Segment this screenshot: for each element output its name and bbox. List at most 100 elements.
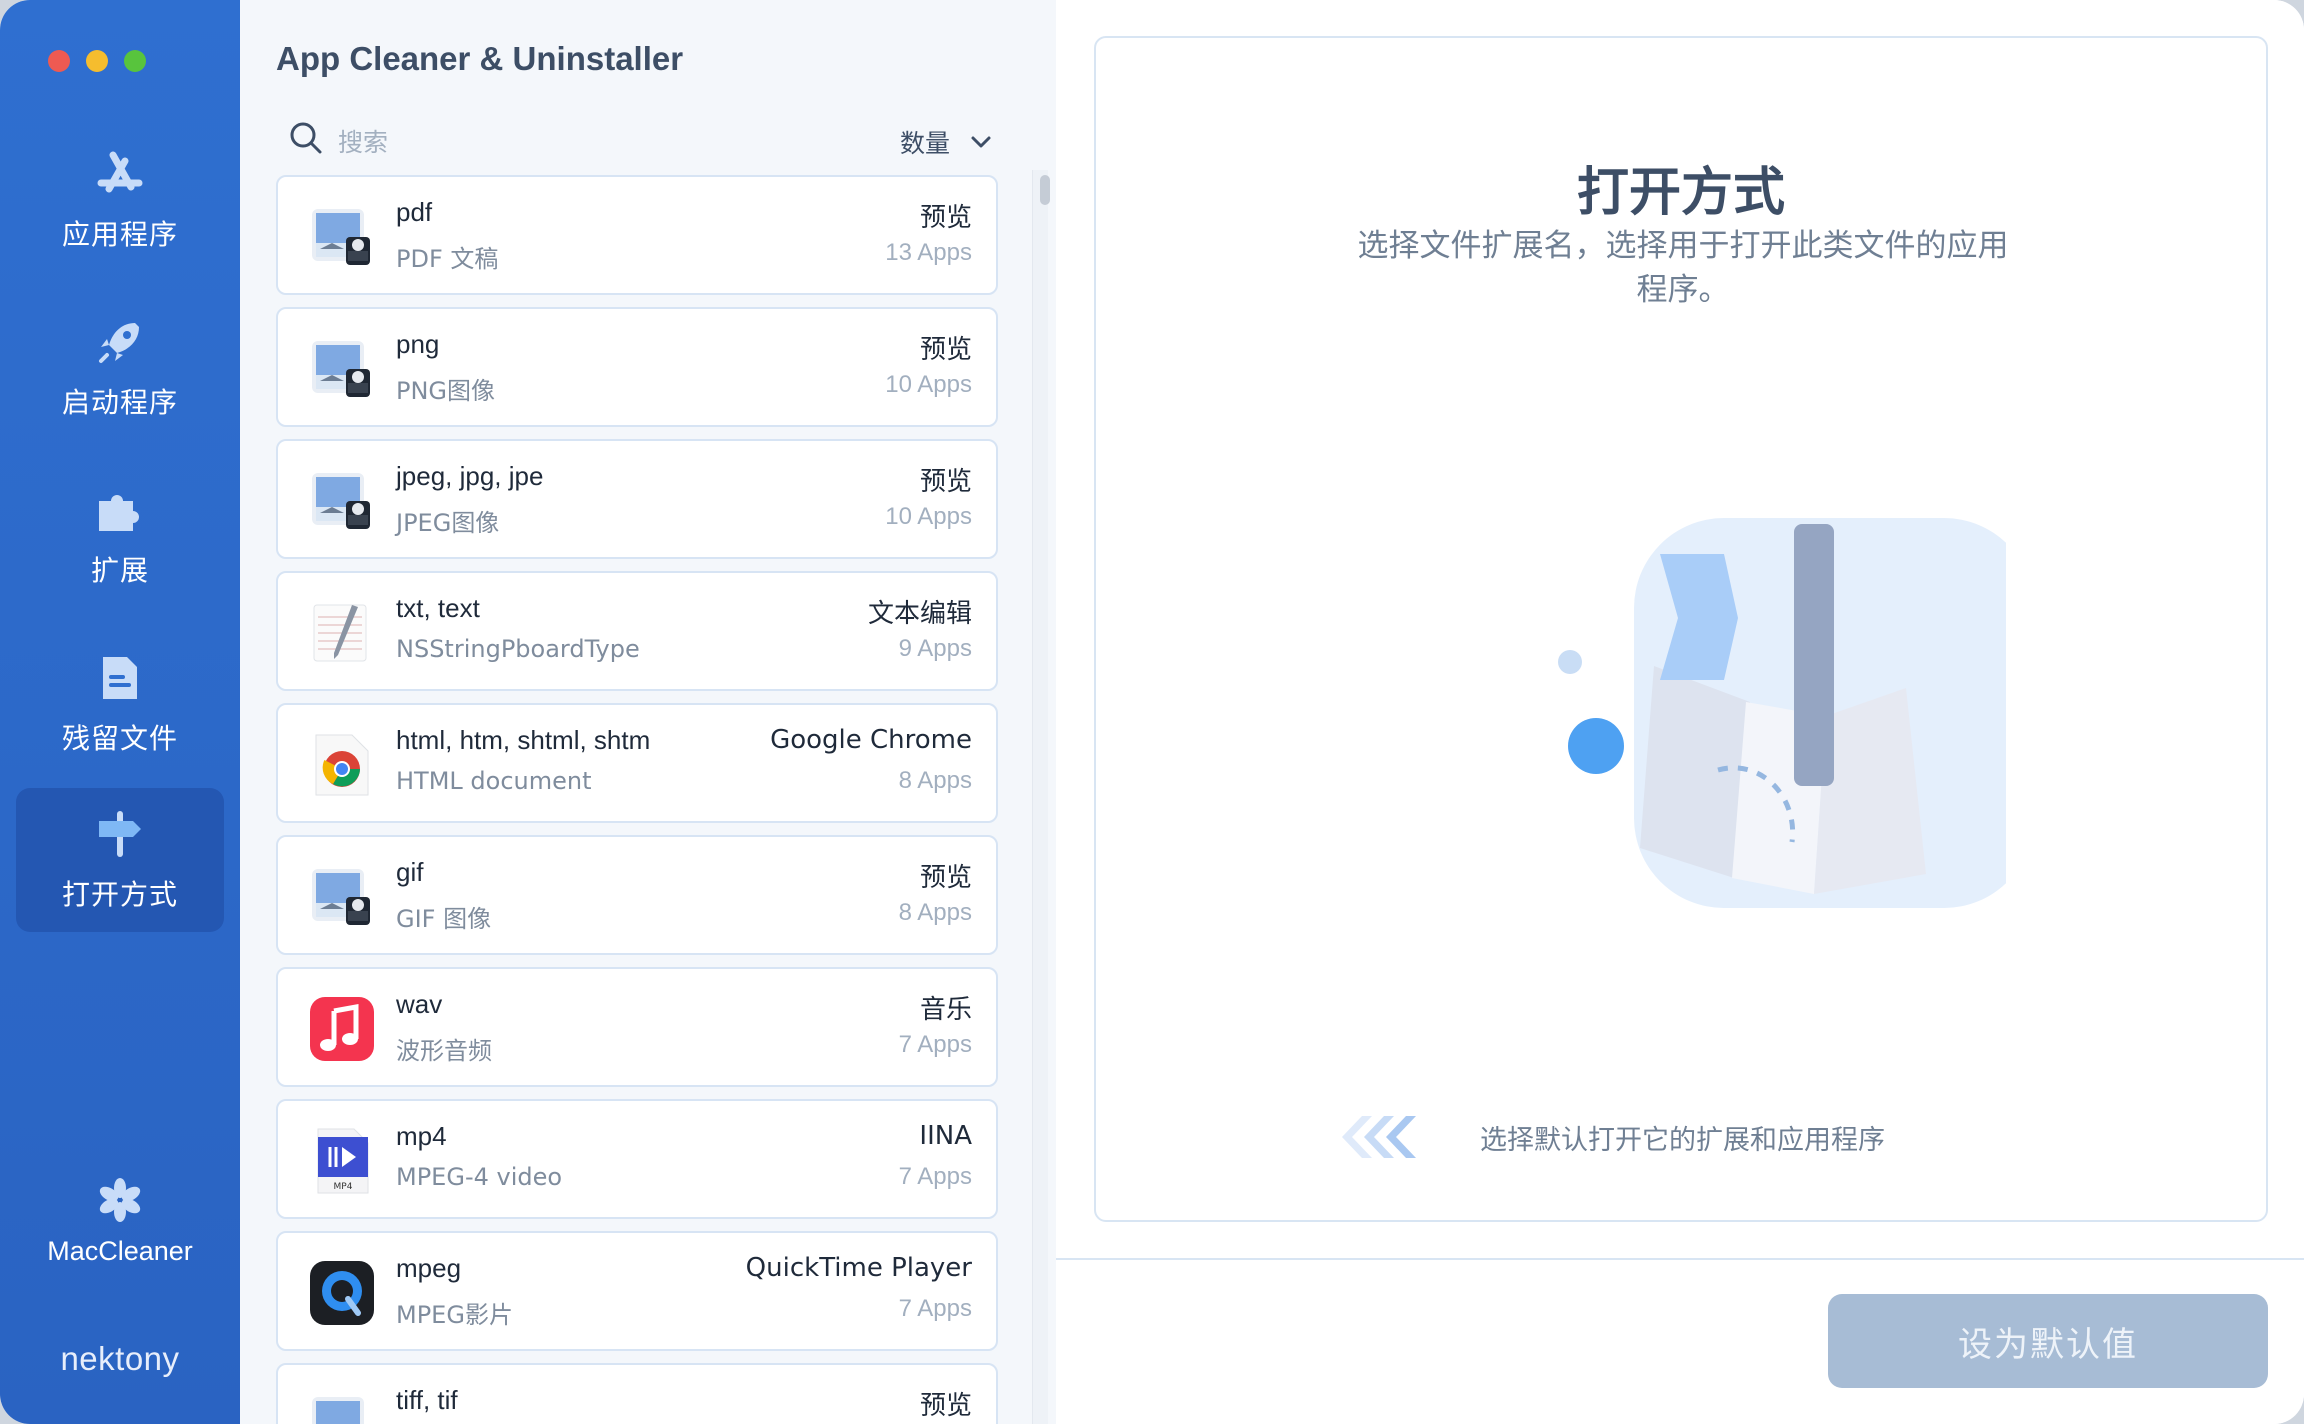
textedit-app-icon bbox=[308, 599, 376, 667]
list-item[interactable]: MP4 mp4 MPEG-4 video IINA 7 Apps bbox=[276, 1099, 998, 1219]
sidebar-item-open-with[interactable]: 打开方式 bbox=[16, 788, 224, 932]
empty-state-card: 打开方式 选择文件扩展名，选择用于打开此类文件的应用程序。 选择默认打开它的扩展… bbox=[1094, 36, 2268, 1222]
list-item[interactable]: pdf PDF 文稿 预览 13 Apps bbox=[276, 175, 998, 295]
preview-app-icon bbox=[308, 203, 376, 271]
file-type-description: MPEG-4 video bbox=[396, 1163, 563, 1191]
chrome-app-icon bbox=[308, 731, 376, 799]
list-item[interactable]: png PNG图像 预览 10 Apps bbox=[276, 307, 998, 427]
app-count: 7 Apps bbox=[898, 1295, 972, 1322]
file-type-description: PNG图像 bbox=[396, 377, 496, 405]
file-type-list-panel: App Cleaner & Uninstaller 数量 pdfPDF 文稿预览… bbox=[240, 0, 1056, 1424]
maccleaner-link[interactable]: MacCleaner bbox=[0, 1176, 240, 1267]
iina-mp4-icon: MP4 bbox=[308, 1127, 376, 1195]
detail-panel: 打开方式 选择文件扩展名，选择用于打开此类文件的应用程序。 选择默认打开它的扩展… bbox=[1056, 0, 2304, 1424]
list-item[interactable]: tiff, tif 预览 bbox=[276, 1363, 998, 1424]
double-chevron-left-icon bbox=[1342, 1116, 1416, 1158]
list-item[interactable]: mpeg MPEG影片 QuickTime Player 7 Apps bbox=[276, 1231, 998, 1351]
sidebar-item-leftovers[interactable]: 残留文件 bbox=[16, 632, 224, 776]
default-app-name: Google Chrome bbox=[770, 725, 972, 755]
sidebar-item-label: 启动程序 bbox=[61, 386, 178, 419]
search-input[interactable] bbox=[338, 122, 738, 162]
traffic-lights bbox=[48, 50, 146, 72]
default-app-name: 预览 bbox=[919, 335, 972, 365]
minimize-window-button[interactable] bbox=[86, 50, 108, 72]
file-type-description: HTML document bbox=[396, 767, 592, 795]
rocket-icon bbox=[99, 323, 139, 363]
file-extension: wav bbox=[396, 989, 443, 1019]
document-icon bbox=[103, 657, 137, 699]
default-app-name: 音乐 bbox=[919, 995, 972, 1025]
list-item[interactable]: wav 波形音频 音乐 7 Apps bbox=[276, 967, 998, 1087]
default-app-name: 文本编辑 bbox=[867, 599, 972, 629]
app-count: 9 Apps bbox=[898, 635, 972, 662]
sidebar-item-applications[interactable]: 应用程序 bbox=[16, 128, 224, 272]
sidebar-item-label: 扩展 bbox=[90, 554, 149, 587]
app-count: 8 Apps bbox=[898, 767, 972, 794]
file-extension: png bbox=[396, 329, 440, 359]
preview-app-icon bbox=[308, 467, 376, 535]
sidebar-item-launch-agents[interactable]: 启动程序 bbox=[16, 296, 224, 440]
footer-divider bbox=[1056, 1258, 2304, 1260]
default-app-name: 预览 bbox=[919, 863, 972, 893]
sidebar-item-extensions[interactable]: 扩展 bbox=[16, 464, 224, 608]
maccleaner-icon bbox=[99, 1178, 141, 1222]
preview-app-icon bbox=[308, 1391, 376, 1424]
maccleaner-label: MacCleaner bbox=[47, 1236, 193, 1266]
app-count: 10 Apps bbox=[885, 503, 972, 530]
file-extension: jpeg, jpg, jpe bbox=[396, 461, 544, 491]
default-app-name: 预览 bbox=[919, 467, 972, 497]
hint-text: 选择默认打开它的扩展和应用程序 bbox=[1480, 1124, 1885, 1156]
panel-title: 打开方式 bbox=[1576, 163, 1785, 223]
list-item[interactable]: txt, text NSStringPboardType 文本编辑 9 Apps bbox=[276, 571, 998, 691]
sidebar-item-label: 打开方式 bbox=[61, 878, 178, 911]
hint-row: 选择默认打开它的扩展和应用程序 bbox=[1336, 1112, 1885, 1162]
file-type-description: NSStringPboardType bbox=[396, 635, 640, 663]
panel-subtitle: 选择文件扩展名，选择用于打开此类文件的应用程序。 bbox=[1357, 228, 2009, 308]
set-default-button[interactable]: 设为默认值 bbox=[1828, 1294, 2268, 1388]
list-item[interactable]: html, htm, shtml, shtm HTML document Googl… bbox=[276, 703, 998, 823]
file-extension: gif bbox=[396, 857, 424, 887]
app-store-icon bbox=[97, 151, 143, 193]
app-title: App Cleaner & Uninstaller bbox=[276, 40, 684, 77]
default-app-name: IINA bbox=[919, 1121, 972, 1151]
file-type-description: MPEG影片 bbox=[396, 1301, 513, 1329]
sidebar-item-label: 残留文件 bbox=[61, 722, 178, 755]
puzzle-icon bbox=[99, 495, 139, 531]
app-count: 10 Apps bbox=[885, 371, 972, 398]
sort-dropdown[interactable]: 数量 bbox=[900, 124, 992, 160]
file-type-description: 波形音频 bbox=[396, 1037, 492, 1065]
app-count: 7 Apps bbox=[898, 1163, 972, 1190]
file-extension: tiff, tif bbox=[396, 1385, 458, 1415]
chevron-down-icon bbox=[971, 136, 991, 148]
app-count: 8 Apps bbox=[898, 899, 972, 926]
sidebar: 应用程序 启动程序 扩展 残留文件 打开方式 MacCleaner nekton… bbox=[0, 0, 240, 1424]
list-scrollbar-thumb[interactable] bbox=[1040, 175, 1050, 205]
file-extension: mpeg bbox=[396, 1253, 462, 1283]
zoom-window-button[interactable] bbox=[124, 50, 146, 72]
file-extension: txt, text bbox=[396, 593, 480, 623]
list-item[interactable]: gif GIF 图像 预览 8 Apps bbox=[276, 835, 998, 955]
app-window: 应用程序 启动程序 扩展 残留文件 打开方式 MacCleaner nekton… bbox=[0, 0, 2304, 1424]
default-app-name: 预览 bbox=[919, 1391, 972, 1421]
nektony-logo: nektony bbox=[60, 1340, 180, 1377]
quicktime-app-icon bbox=[308, 1259, 376, 1327]
open-with-illustration bbox=[1558, 518, 2006, 908]
close-window-button[interactable] bbox=[48, 50, 70, 72]
file-type-description: GIF 图像 bbox=[396, 905, 492, 933]
default-app-name: 预览 bbox=[919, 203, 972, 233]
signpost-icon bbox=[99, 811, 141, 857]
file-extension: html, htm, shtml, shtm bbox=[396, 725, 651, 755]
app-count: 13 Apps bbox=[885, 239, 972, 266]
file-type-description: JPEG图像 bbox=[396, 509, 500, 537]
preview-app-icon bbox=[308, 335, 376, 403]
search-icon bbox=[290, 122, 322, 154]
sidebar-item-label: 应用程序 bbox=[61, 218, 178, 251]
list-item[interactable]: jpeg, jpg, jpe JPEG图像 预览 10 Apps bbox=[276, 439, 998, 559]
file-type-description: PDF 文稿 bbox=[396, 245, 499, 273]
music-app-icon bbox=[308, 995, 376, 1063]
svg-text:MP4: MP4 bbox=[334, 1182, 353, 1192]
sort-label: 数量 bbox=[900, 129, 951, 158]
file-extension: mp4 bbox=[396, 1121, 447, 1151]
app-count: 7 Apps bbox=[898, 1031, 972, 1058]
list-scrollbar[interactable] bbox=[1032, 170, 1048, 1424]
